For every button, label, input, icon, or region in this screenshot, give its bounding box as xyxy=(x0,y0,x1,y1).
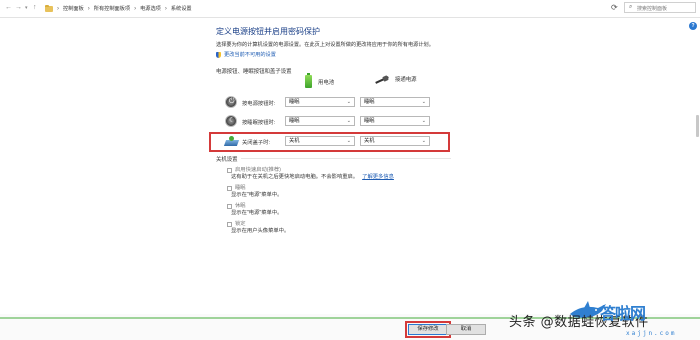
breadcrumb-item[interactable]: 控制面板 xyxy=(63,5,84,12)
lid-close-label: 关闭盖子时: xyxy=(242,140,270,146)
chevron-down-icon: ⌄ xyxy=(421,118,426,124)
select-value: 睡眠 xyxy=(364,99,375,105)
column-plugged: 接通电源 xyxy=(375,75,417,83)
control-panel-icon xyxy=(45,4,53,12)
chevron-down-icon: ⌄ xyxy=(421,138,426,144)
up-icon[interactable]: ↑ xyxy=(33,4,37,12)
option-title: 锁定 xyxy=(235,221,246,227)
option-description: 显示在"电源"菜单中。 xyxy=(231,210,283,216)
option-description: 显示在用户头像菜单中。 xyxy=(231,228,290,234)
column-battery-label: 用电池 xyxy=(318,79,335,86)
lid-close-battery-select[interactable]: 关机 ⌄ xyxy=(285,136,355,146)
power-button-label: 按电源按钮时: xyxy=(242,101,276,107)
section-divider xyxy=(241,158,451,159)
select-value: 关机 xyxy=(364,138,375,144)
chevron-right-icon: › xyxy=(87,5,90,12)
address-bar: ← → ▾ ↑ › 控制面板 › 所有控制面板项 › 电源选项 › 系统设置 ⟳… xyxy=(0,0,700,18)
option-description: 显示在"电源"菜单中。 xyxy=(231,192,283,198)
breadcrumb-item[interactable]: 所有控制面板项 xyxy=(94,5,130,12)
page-title: 定义电源按钮并启用密码保护 xyxy=(216,27,320,36)
option-title: 启用快速启动(推荐) xyxy=(235,167,281,173)
shield-icon xyxy=(216,51,221,58)
hibernate-checkbox[interactable] xyxy=(227,204,232,209)
select-value: 关机 xyxy=(289,138,300,144)
learn-more-link[interactable]: 了解更多信息 xyxy=(362,174,394,180)
section-heading-buttons: 电源按钮、睡眠按钮和盖子设置 xyxy=(216,69,292,75)
search-input[interactable]: ⌕ 搜索控制面板 xyxy=(624,2,696,13)
watermark-url: xajjn.com xyxy=(626,330,677,337)
sleep-button-label: 按睡眠按钮时: xyxy=(242,120,276,126)
sleep-checkbox[interactable] xyxy=(227,186,232,191)
power-plug-icon xyxy=(375,76,389,83)
select-value: 睡眠 xyxy=(289,99,300,105)
column-battery: 用电池 xyxy=(305,73,335,88)
breadcrumb-item[interactable]: 电源选项 xyxy=(140,5,161,12)
search-placeholder: 搜索控制面板 xyxy=(637,6,668,12)
search-icon: ⌕ xyxy=(629,4,633,10)
sleep-button-icon: ☾ xyxy=(225,115,237,127)
option-description: 这有助于在关机之后更快地启动电脑。不会影响重启。 了解更多信息 xyxy=(231,174,394,181)
change-unavailable-settings-link[interactable]: 更改当前不可用的设置 xyxy=(216,51,276,58)
scrollbar-thumb[interactable] xyxy=(696,115,699,137)
chevron-down-icon: ⌄ xyxy=(346,99,351,105)
breadcrumb-item[interactable]: 系统设置 xyxy=(171,5,192,12)
power-button-row: ⏻ 按电源按钮时: 睡眠 ⌄ 睡眠 ⌄ xyxy=(225,95,435,111)
shield-link-label: 更改当前不可用的设置 xyxy=(224,52,276,58)
chevron-right-icon: › xyxy=(57,5,59,12)
chevron-right-icon: › xyxy=(134,5,137,12)
breadcrumb: › 控制面板 › 所有控制面板项 › 电源选项 › 系统设置 xyxy=(45,4,192,13)
fast-startup-checkbox[interactable] xyxy=(227,168,232,173)
save-button[interactable]: 保存修改 xyxy=(408,324,448,335)
select-value: 睡眠 xyxy=(289,118,300,124)
help-icon[interactable]: ? xyxy=(689,22,697,30)
forward-icon[interactable]: → xyxy=(15,4,22,12)
watermark-logo: 答啦网 xyxy=(600,304,646,323)
page-description: 选择要为你的计算机设置的电源设置。在此页上对设置所做的更改将应用于你的所有电源计… xyxy=(216,42,434,48)
laptop-lid-icon xyxy=(225,136,239,146)
cancel-button[interactable]: 取消 xyxy=(446,324,486,335)
power-button-battery-select[interactable]: 睡眠 ⌄ xyxy=(285,97,355,107)
option-title: 睡眠 xyxy=(235,185,246,191)
column-plugged-label: 接通电源 xyxy=(395,77,417,83)
power-button-icon: ⏻ xyxy=(225,96,237,108)
section-heading-shutdown: 关机设置 xyxy=(216,157,238,163)
chevron-down-icon: ⌄ xyxy=(346,118,351,124)
chevron-right-icon: › xyxy=(164,5,167,12)
sleep-button-battery-select[interactable]: 睡眠 ⌄ xyxy=(285,116,355,126)
lid-close-plugged-select[interactable]: 关机 ⌄ xyxy=(360,136,430,146)
chevron-down-icon: ⌄ xyxy=(346,138,351,144)
option-desc-text: 这有助于在关机之后更快地启动电脑。不会影响重启。 xyxy=(231,174,359,180)
lid-close-row: 关闭盖子时: 关机 ⌄ 关机 ⌄ xyxy=(225,134,435,150)
sleep-button-plugged-select[interactable]: 睡眠 ⌄ xyxy=(360,116,430,126)
select-value: 睡眠 xyxy=(364,118,375,124)
sleep-button-row: ☾ 按睡眠按钮时: 睡眠 ⌄ 睡眠 ⌄ xyxy=(225,114,435,130)
option-title: 休眠 xyxy=(235,203,246,209)
back-icon[interactable]: ← xyxy=(5,4,12,12)
power-button-plugged-select[interactable]: 睡眠 ⌄ xyxy=(360,97,430,107)
chevron-down-icon: ⌄ xyxy=(421,99,426,105)
lock-checkbox[interactable] xyxy=(227,222,232,227)
battery-icon xyxy=(305,73,312,88)
refresh-icon[interactable]: ⟳ xyxy=(611,3,618,12)
recent-chevron-icon[interactable]: ▾ xyxy=(25,4,28,12)
